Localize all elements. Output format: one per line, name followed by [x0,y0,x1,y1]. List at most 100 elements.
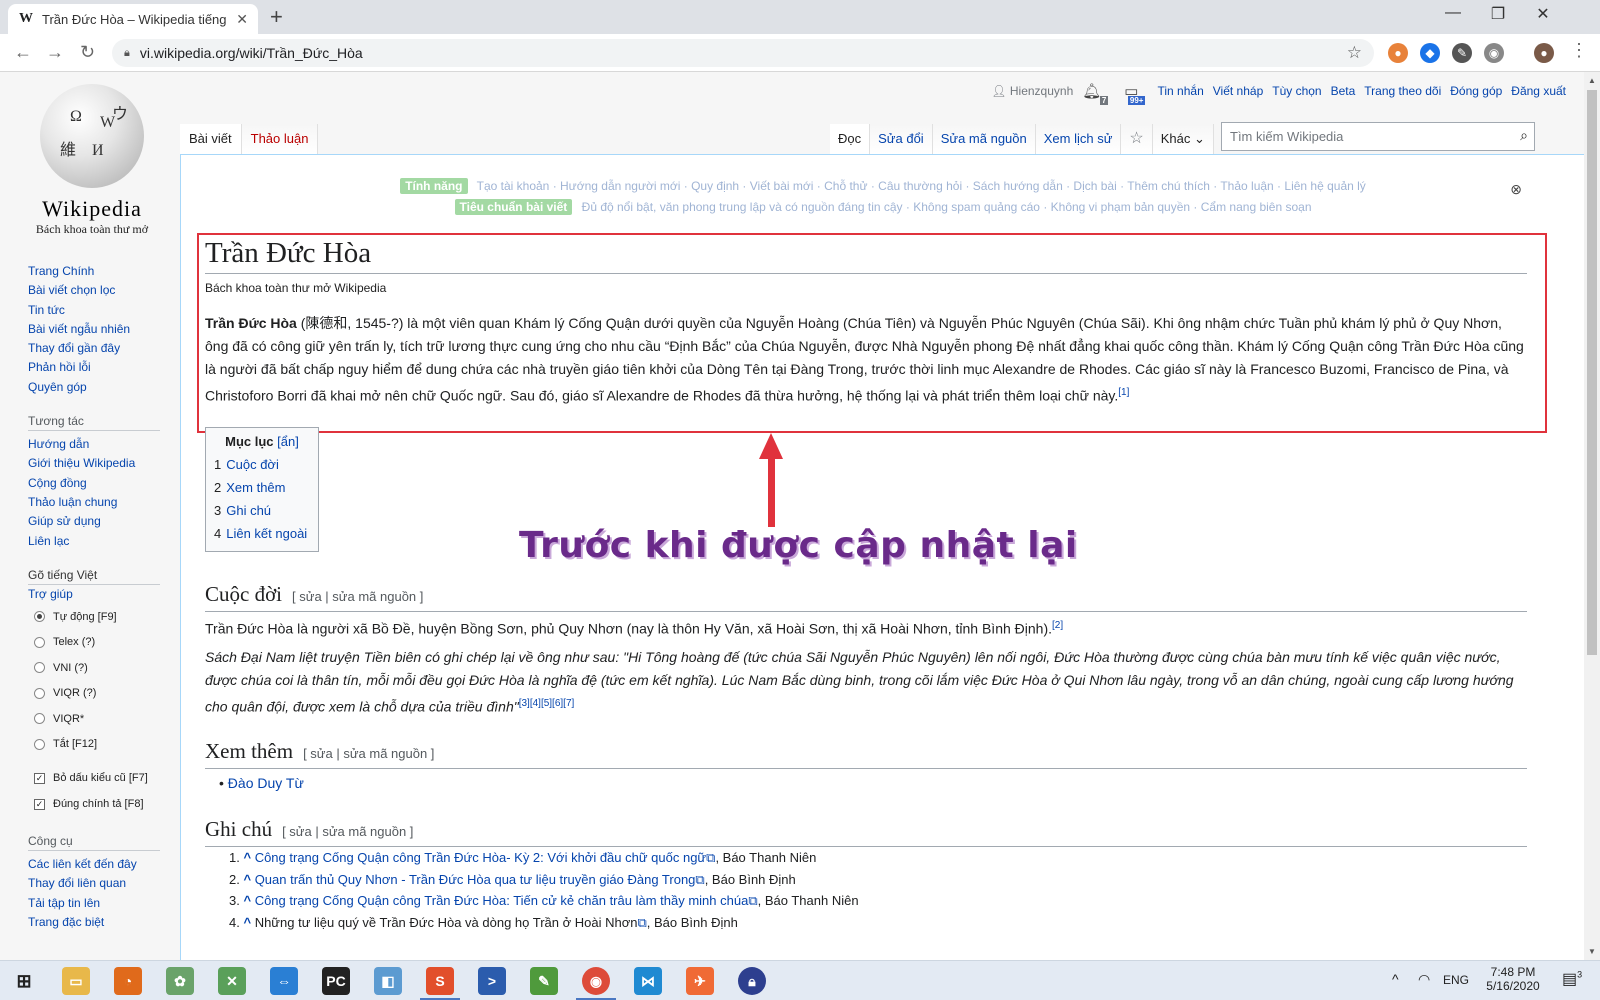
alerts-bell-icon[interactable]: 🔔︎ 7 [1082,82,1109,105]
sublime-icon[interactable]: S [426,967,454,995]
toc-link[interactable]: Xem thêm [226,480,285,495]
sidebar-item[interactable]: Thay đổi gần đây [28,339,160,358]
see-also-link[interactable]: Đào Duy Từ [228,775,304,791]
sidebar-item[interactable]: Phản hồi lỗi [28,358,160,377]
checkbox[interactable]: ✓ [34,772,45,784]
clock[interactable]: 7:48 PM 5/16/2020 [1478,965,1548,993]
input-mode-option[interactable]: Tắt [F12] [28,732,160,758]
forward-icon[interactable]: → [46,42,64,63]
scrollbar-thumb[interactable] [1587,90,1597,655]
tab-edit-source[interactable]: Sửa mã nguồn [932,124,1036,154]
browser-menu-icon[interactable]: ⋮ [1570,40,1588,61]
sidebar-item[interactable]: Trang đặc biệt [28,913,160,932]
search-icon[interactable]: ⌕ [1520,127,1528,144]
input-mode-option[interactable]: Telex (?) [28,630,160,656]
user-link[interactable]: 👤︎ Hienzquynh [991,84,1073,98]
sidebar-item[interactable]: Giúp sử dụng [28,512,160,531]
section-edit-link[interactable]: [ sửa | sửa mã nguồn ] [292,589,423,604]
tab-read[interactable]: Đọc [830,124,871,154]
pycharm-icon[interactable]: PC [322,967,350,995]
app-icon[interactable]: ◧ [374,967,402,995]
toc-link[interactable]: Ghi chú [226,503,271,518]
sidebar-item[interactable]: Tin tức [28,301,160,320]
omnibox[interactable]: 🔒︎ vi.wikipedia.org/wiki/Trần_Đức_Hòa ☆ [112,39,1374,67]
wifi-icon[interactable]: ◠ [1418,971,1430,988]
input-mode-option[interactable]: VIQR* [28,706,160,732]
powershell-icon[interactable]: > [478,967,506,995]
browser-tab[interactable]: W Trần Đức Hòa – Wikipedia tiếng V ✕ [8,4,258,34]
notice-links[interactable]: Tạo tài khoản · Hướng dẫn người mới · Qu… [477,179,1366,193]
scroll-up-icon[interactable]: ▲ [1584,76,1600,85]
input-mode-option[interactable]: Tự động [F9] [28,604,160,630]
app-icon[interactable]: ◔ [114,967,142,995]
wikipedia-logo[interactable]: Ω W 維 И ウ Wikipedia Bách khoa toàn thư m… [22,84,162,237]
more-menu[interactable]: Khác ⌄ [1152,124,1214,154]
sidebar-item[interactable]: Cộng đồng [28,474,160,493]
maximize-icon[interactable]: ❐ [1475,4,1521,24]
notifications-icon[interactable]: ▤3 [1562,969,1582,989]
personal-link[interactable]: Trang theo dõi [1364,84,1441,98]
extension-icon[interactable]: ● [1388,43,1408,63]
toc-link[interactable]: Cuộc đời [226,457,279,472]
toc-item[interactable]: 1 Cuộc đời [214,453,310,476]
windows-start-icon[interactable]: ⊞ [10,967,38,995]
checkbox[interactable]: ✓ [34,798,45,810]
toc-item[interactable]: 3 Ghi chú [214,499,310,522]
bookmark-star-icon[interactable]: ☆ [1347,43,1362,63]
toc-item[interactable]: 2 Xem thêm [214,476,310,499]
sidebar-item[interactable]: Thay đổi liên quan [28,874,160,893]
personal-link[interactable]: Đăng xuất [1511,84,1566,98]
extension-icon[interactable]: ✎ [1452,43,1472,63]
app-icon[interactable]: ✕ [218,967,246,995]
radio-button[interactable] [34,636,45,648]
sidebar-item[interactable]: Quyên góp [28,378,160,397]
language-indicator[interactable]: ENG [1443,973,1469,987]
personal-link[interactable]: Tin nhắn [1157,84,1203,98]
section-edit-link[interactable]: [ sửa | sửa mã nguồn ] [282,824,413,839]
sidebar-item[interactable]: Bài viết chọn lọc [28,281,160,300]
reference-link[interactable]: [1] [1118,387,1129,398]
teamviewer-icon[interactable]: ⇔ [270,967,298,995]
notice-close-icon[interactable]: ⊗ [1510,181,1522,198]
camera-icon[interactable]: ◉ [1484,43,1504,63]
tab-talk[interactable]: Thảo luận [241,124,319,154]
vpn-icon[interactable]: 🔒︎ [738,967,766,995]
postman-icon[interactable]: ✈ [686,967,714,995]
toc-hide-toggle[interactable]: [ẩn] [277,434,299,449]
personal-link[interactable]: Tùy chọn [1272,84,1321,98]
personal-link[interactable]: Đóng góp [1450,84,1502,98]
back-icon[interactable]: ← [14,42,32,63]
app-icon[interactable]: ✎ [530,967,558,995]
toc-link[interactable]: Liên kết ngoài [226,526,307,541]
search-input[interactable]: Tìm kiếm Wikipedia ⌕ [1221,122,1535,151]
sidebar-item[interactable]: Hướng dẫn [28,435,160,454]
reload-icon[interactable]: ↻ [80,42,95,63]
chrome-icon[interactable]: ◉ [582,967,610,995]
extension-icon[interactable]: ◆ [1420,43,1440,63]
input-option-checkbox[interactable]: ✓ Đúng chính tả [F8] [28,791,160,817]
notices-inbox-icon[interactable]: ▭ 99+ [1124,82,1146,105]
app-icon[interactable]: ✿ [166,967,194,995]
watch-star-icon[interactable]: ☆ [1121,124,1153,154]
personal-link[interactable]: Beta [1331,84,1356,98]
note-link[interactable]: Công trạng Cống Quận công Trần Đức Hòa: … [255,893,749,908]
window-close-icon[interactable]: ✕ [1520,4,1566,24]
personal-link[interactable]: Viết nháp [1213,84,1264,98]
vscode-icon[interactable]: ⋈ [634,967,662,995]
reference-link[interactable]: [2] [1052,620,1063,631]
note-link[interactable]: Quan trấn thủ Quy Nhơn - Trần Đức Hòa qu… [255,872,696,887]
reference-link[interactable]: [3][4][5][6][7] [519,698,575,709]
radio-button[interactable] [34,611,45,623]
input-option-checkbox[interactable]: ✓ Bỏ dấu kiểu cũ [F7] [28,765,160,791]
sidebar-item[interactable]: Các liên kết đến đây [28,855,160,874]
input-mode-option[interactable]: VIQR (?) [28,681,160,707]
minimize-icon[interactable]: — [1430,4,1476,22]
url-text[interactable]: vi.wikipedia.org/wiki/Trần_Đức_Hòa [140,45,1337,61]
new-tab-icon[interactable]: + [270,4,283,30]
toc-item[interactable]: 4 Liên kết ngoài [214,522,310,545]
sidebar-item[interactable]: Thảo luận chung [28,493,160,512]
scroll-down-icon[interactable]: ▼ [1584,947,1600,956]
radio-button[interactable] [34,738,45,750]
tray-chevron-icon[interactable]: ^ [1392,971,1399,987]
tab-article[interactable]: Bài viết [180,124,242,154]
